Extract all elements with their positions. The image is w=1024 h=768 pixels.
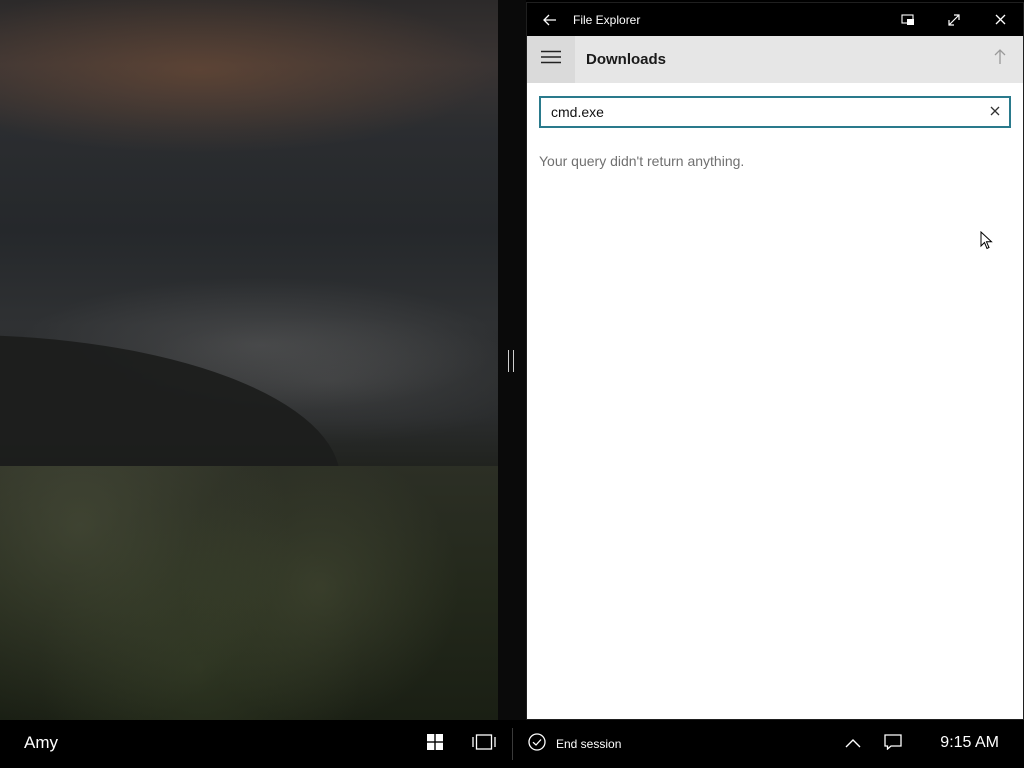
checkmark-circle-icon bbox=[528, 732, 546, 756]
end-session-label: End session bbox=[556, 737, 622, 751]
close-icon bbox=[995, 14, 1006, 25]
taskbar-divider bbox=[512, 728, 513, 760]
split-resize-handle[interactable] bbox=[508, 350, 514, 372]
task-view-icon bbox=[472, 733, 496, 755]
search-box bbox=[539, 96, 1011, 128]
location-header: Downloads bbox=[527, 36, 1023, 83]
up-arrow-icon bbox=[994, 49, 1006, 70]
hamburger-menu-icon bbox=[541, 50, 561, 69]
wallpaper-ground bbox=[0, 466, 498, 720]
action-center-icon bbox=[884, 733, 902, 755]
action-center-button[interactable] bbox=[873, 720, 913, 768]
up-folder-button[interactable] bbox=[977, 36, 1023, 83]
fullscreen-button[interactable] bbox=[931, 3, 977, 36]
taskbar-clock[interactable]: 9:15 AM bbox=[940, 734, 999, 752]
empty-results-message: Your query didn't return anything. bbox=[539, 153, 745, 169]
window-controls bbox=[885, 3, 1023, 36]
show-hidden-icons-button[interactable] bbox=[833, 720, 873, 768]
search-clear-button[interactable] bbox=[981, 98, 1009, 126]
menu-button[interactable] bbox=[527, 36, 575, 83]
task-view-button[interactable] bbox=[464, 720, 504, 768]
back-button[interactable] bbox=[527, 3, 573, 36]
window-title: File Explorer bbox=[573, 12, 641, 27]
desktop: File Explorer Downloads cmd.exe Your que… bbox=[0, 0, 1024, 720]
fullscreen-icon bbox=[948, 13, 960, 26]
compact-overlay-icon bbox=[901, 13, 915, 26]
taskbar: Amy End session 9:15 AM bbox=[0, 720, 1024, 768]
split-view-divider bbox=[498, 0, 526, 720]
close-button[interactable] bbox=[977, 3, 1023, 36]
search-input[interactable] bbox=[541, 98, 981, 126]
signed-in-user: Amy bbox=[24, 733, 58, 752]
clear-icon bbox=[990, 103, 1000, 121]
current-folder-title: Downloads bbox=[586, 51, 667, 68]
wallpaper-image bbox=[0, 0, 498, 720]
compact-overlay-button[interactable] bbox=[885, 3, 931, 36]
titlebar: File Explorer bbox=[527, 3, 1023, 36]
mouse-cursor-icon bbox=[980, 230, 994, 256]
windows-start-icon bbox=[427, 733, 443, 755]
end-session-button[interactable]: End session bbox=[528, 720, 621, 768]
chevron-up-icon bbox=[845, 735, 861, 753]
back-arrow-icon bbox=[543, 14, 557, 26]
start-button[interactable] bbox=[415, 720, 455, 768]
file-explorer-window: File Explorer Downloads cmd.exe Your que… bbox=[526, 2, 1024, 720]
